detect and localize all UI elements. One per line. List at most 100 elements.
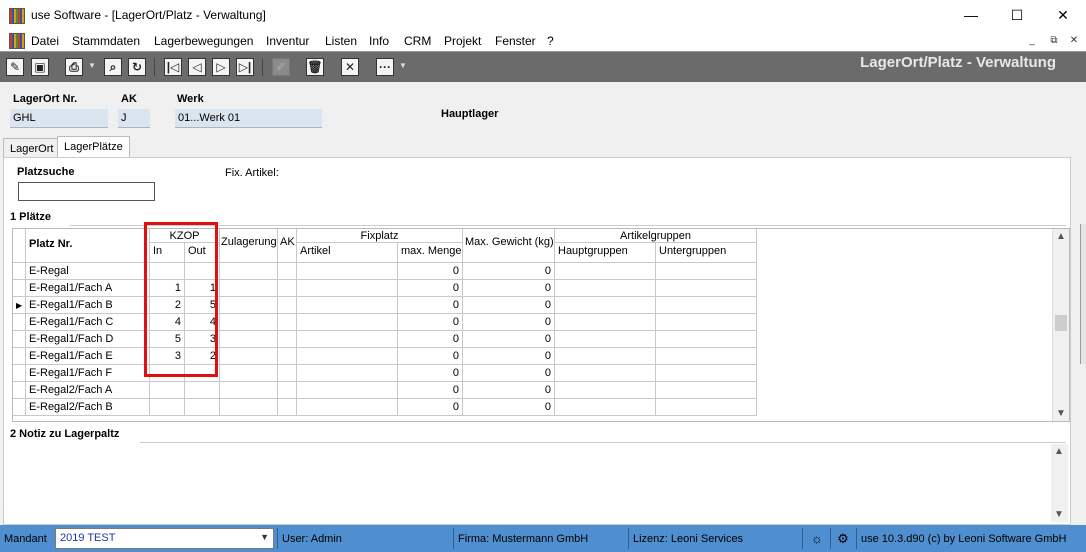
cell-ak[interactable] [278, 365, 297, 382]
col-header-artikel[interactable]: Artikel [297, 243, 398, 263]
cell-platz[interactable]: E-Regal1/Fach A [26, 280, 150, 297]
cell-hauptgruppen[interactable] [555, 348, 656, 365]
cell-artikel[interactable] [297, 263, 398, 280]
mandant-select[interactable]: 2019 TEST ▼ [55, 528, 274, 549]
tab-lagerplaetze[interactable]: LagerPlätze [57, 136, 130, 158]
document-icon[interactable] [9, 33, 25, 49]
network-icon[interactable]: ⚙ [834, 530, 852, 547]
cell-untergruppen[interactable] [656, 314, 757, 331]
search-icon[interactable]: ⌕ [104, 58, 122, 76]
grid-vertical-scrollbar[interactable]: ▲ ▼ [1052, 229, 1069, 421]
col-header-platz[interactable]: Platz Nr. [26, 229, 150, 263]
cell-out[interactable] [185, 399, 220, 416]
save-icon[interactable]: ▣ [31, 58, 49, 76]
cell-platz[interactable]: E-Regal [26, 263, 150, 280]
menu-stammdaten[interactable]: Stammdaten [72, 34, 140, 48]
tab-lagerort[interactable]: LagerOrt [3, 138, 61, 158]
cell-max-gewicht[interactable]: 0 [463, 331, 555, 348]
more-icon[interactable]: ··· [376, 58, 394, 76]
cell-max-menge[interactable]: 0 [398, 382, 463, 399]
cell-hauptgruppen[interactable] [555, 382, 656, 399]
cell-ak[interactable] [278, 263, 297, 280]
cell-zulagerung[interactable] [220, 382, 278, 399]
previous-record-icon[interactable]: ◁ [188, 58, 206, 76]
menu-datei[interactable]: Datei [31, 34, 59, 48]
cell-max-menge[interactable]: 0 [398, 314, 463, 331]
cell-ak[interactable] [278, 382, 297, 399]
maximize-button[interactable]: ☐ [994, 0, 1040, 31]
cell-untergruppen[interactable] [656, 331, 757, 348]
cell-platz[interactable]: E-Regal2/Fach B [26, 399, 150, 416]
cell-max-menge[interactable]: 0 [398, 297, 463, 314]
delete-icon[interactable]: 🗑 [306, 58, 324, 76]
cell-platz[interactable]: E-Regal1/Fach F [26, 365, 150, 382]
cell-ak[interactable] [278, 297, 297, 314]
notiz-textarea[interactable] [10, 445, 1068, 523]
cell-ak[interactable] [278, 399, 297, 416]
scroll-down-icon[interactable]: ▼ [1054, 509, 1064, 520]
cancel-icon[interactable]: ✕ [341, 58, 359, 76]
cell-zulagerung[interactable] [220, 263, 278, 280]
cell-zulagerung[interactable] [220, 331, 278, 348]
mdi-restore-icon[interactable]: ⧉ [1045, 33, 1063, 49]
cell-artikel[interactable] [297, 314, 398, 331]
cell-zulagerung[interactable] [220, 314, 278, 331]
cell-untergruppen[interactable] [656, 280, 757, 297]
werk-field[interactable]: 01...Werk 01 [175, 109, 322, 128]
cell-platz[interactable]: E-Regal1/Fach E [26, 348, 150, 365]
cell-artikel[interactable] [297, 348, 398, 365]
menu-lagerbewegungen[interactable]: Lagerbewegungen [154, 34, 253, 48]
cell-artikel[interactable] [297, 331, 398, 348]
col-header-zulagerung[interactable]: Zulagerung [220, 229, 278, 263]
col-header-untergruppen[interactable]: Untergruppen [656, 243, 757, 263]
cell-max-gewicht[interactable]: 0 [463, 263, 555, 280]
cell-artikel[interactable] [297, 280, 398, 297]
cell-max-gewicht[interactable]: 0 [463, 399, 555, 416]
col-header-hauptgruppen[interactable]: Hauptgruppen [555, 243, 656, 263]
cell-max-menge[interactable]: 0 [398, 399, 463, 416]
mdi-minimize-icon[interactable]: _ [1023, 33, 1041, 49]
cell-ak[interactable] [278, 331, 297, 348]
cell-max-gewicht[interactable]: 0 [463, 382, 555, 399]
close-button[interactable]: ✕ [1040, 0, 1086, 31]
scroll-down-icon[interactable]: ▼ [1056, 408, 1066, 419]
cell-max-menge[interactable]: 0 [398, 348, 463, 365]
cell-untergruppen[interactable] [656, 399, 757, 416]
cell-platz[interactable]: E-Regal1/Fach D [26, 331, 150, 348]
more-dropdown-icon[interactable]: ▼ [399, 61, 407, 70]
last-record-icon[interactable]: ▷| [236, 58, 254, 76]
notiz-scrollbar[interactable]: ▲ ▼ [1051, 444, 1068, 522]
edit-icon[interactable]: ✎ [6, 58, 24, 76]
cell-hauptgruppen[interactable] [555, 263, 656, 280]
cell-max-gewicht[interactable]: 0 [463, 280, 555, 297]
cell-hauptgruppen[interactable] [555, 365, 656, 382]
cell-max-gewicht[interactable]: 0 [463, 348, 555, 365]
cell-platz[interactable]: E-Regal2/Fach A [26, 382, 150, 399]
cell-zulagerung[interactable] [220, 348, 278, 365]
scroll-up-icon[interactable]: ▲ [1056, 231, 1066, 242]
cell-in[interactable] [150, 399, 185, 416]
cell-hauptgruppen[interactable] [555, 297, 656, 314]
cell-max-menge[interactable]: 0 [398, 365, 463, 382]
cell-max-gewicht[interactable]: 0 [463, 297, 555, 314]
platzsuche-input[interactable] [18, 182, 155, 201]
cell-artikel[interactable] [297, 297, 398, 314]
next-record-icon[interactable]: ▷ [212, 58, 230, 76]
cell-artikel[interactable] [297, 399, 398, 416]
scroll-thumb[interactable] [1055, 315, 1067, 331]
cell-hauptgruppen[interactable] [555, 314, 656, 331]
cell-max-gewicht[interactable]: 0 [463, 365, 555, 382]
cell-in[interactable] [150, 382, 185, 399]
cell-max-menge[interactable]: 0 [398, 280, 463, 297]
cell-zulagerung[interactable] [220, 399, 278, 416]
cell-hauptgruppen[interactable] [555, 331, 656, 348]
menu-inventur[interactable]: Inventur [266, 34, 309, 48]
cell-untergruppen[interactable] [656, 365, 757, 382]
menu-crm[interactable]: CRM [404, 34, 431, 48]
cell-max-menge[interactable]: 0 [398, 331, 463, 348]
cell-platz[interactable]: E-Regal1/Fach C [26, 314, 150, 331]
minimize-button[interactable]: — [948, 0, 994, 31]
lagerort-field[interactable]: GHL [10, 109, 108, 128]
menu-help[interactable]: ? [547, 34, 554, 48]
print-dropdown-icon[interactable]: ▼ [88, 61, 96, 70]
